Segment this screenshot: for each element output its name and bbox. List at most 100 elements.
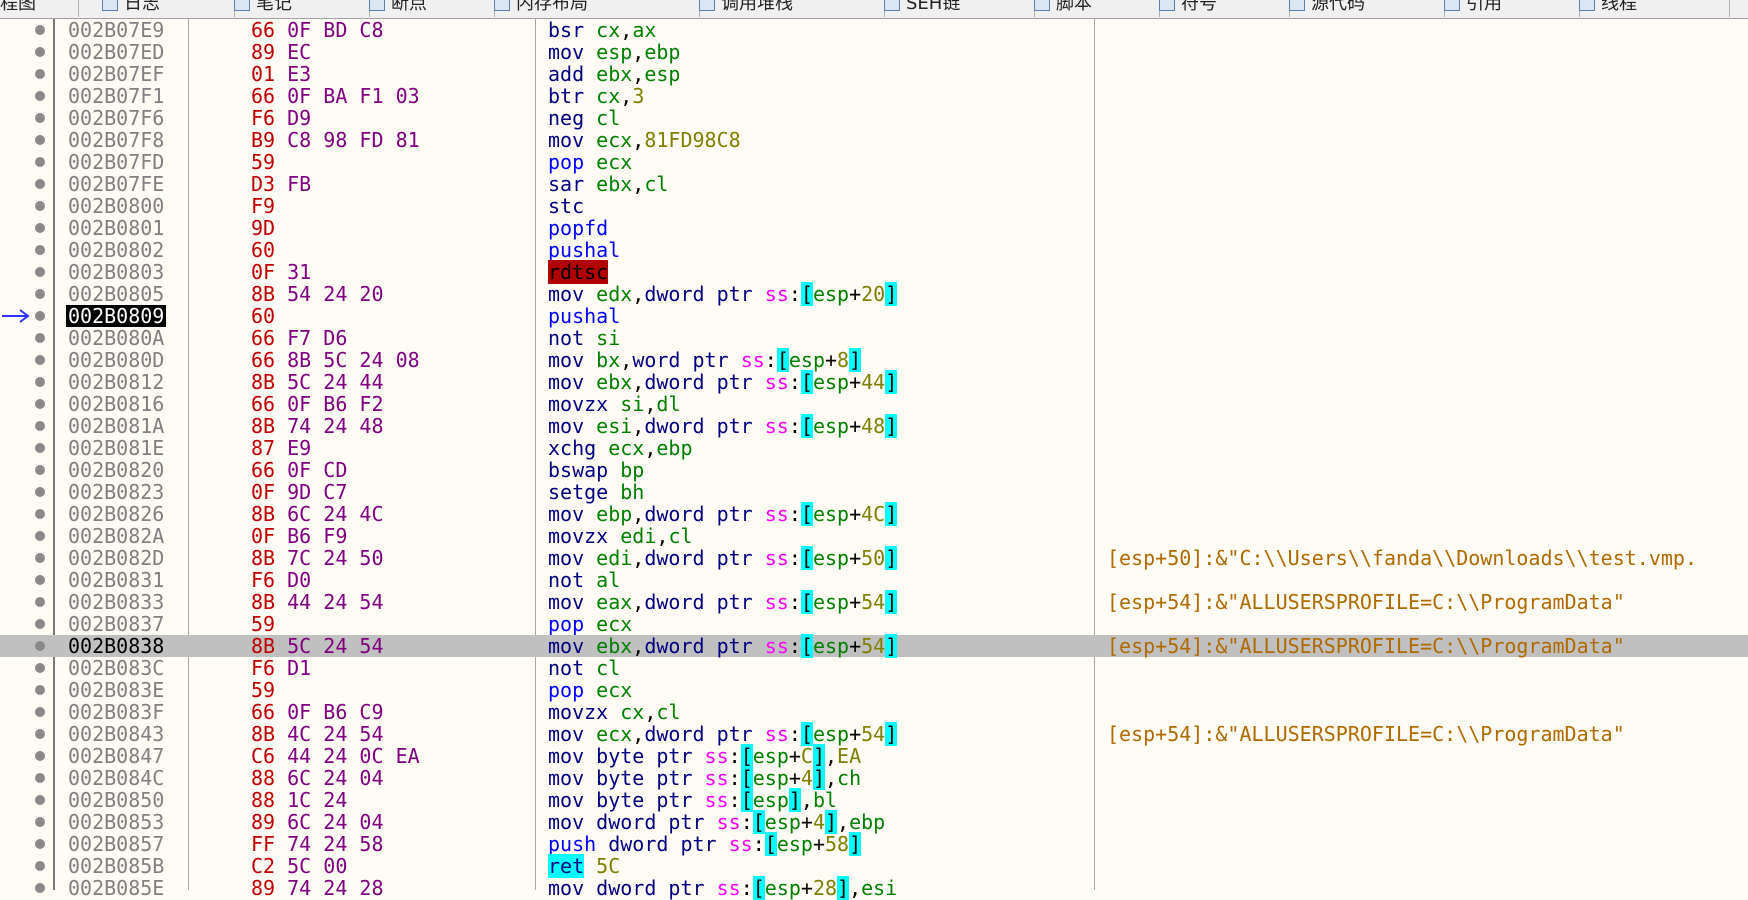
disassembly-cell[interactable]: pushal	[548, 305, 620, 327]
breakpoint-dot[interactable]	[35, 465, 45, 475]
disassembly-cell[interactable]: pop ecx	[548, 613, 632, 635]
address-cell[interactable]: 002B083F	[68, 701, 164, 723]
address-cell[interactable]: 002B07F8	[68, 129, 164, 151]
address-cell[interactable]: 002B0838	[68, 635, 164, 657]
breakpoint-dot[interactable]	[35, 641, 45, 651]
address-cell[interactable]: 002B07E9	[68, 19, 164, 41]
address-cell[interactable]: 002B081A	[68, 415, 164, 437]
address-cell[interactable]: 002B085E	[68, 877, 164, 899]
breakpoint-dot[interactable]	[35, 135, 45, 145]
disassembly-cell[interactable]: mov byte ptr ss:[esp+C],EA	[548, 744, 861, 768]
address-cell[interactable]: 002B0812	[68, 371, 164, 393]
address-cell[interactable]: 002B0853	[68, 811, 164, 833]
breakpoint-dot[interactable]	[35, 751, 45, 761]
disassembly-cell[interactable]: rdtsc	[548, 260, 609, 284]
breakpoint-dot[interactable]	[35, 157, 45, 167]
breakpoint-dot[interactable]	[35, 531, 45, 541]
address-cell[interactable]: 002B083E	[68, 679, 164, 701]
instruction-row[interactable]: 002B0837 59 pop ecx	[0, 613, 1748, 635]
disassembly-cell[interactable]: mov ebx,dword ptr ss:[esp+44]	[548, 370, 898, 394]
address-cell[interactable]: 002B0847	[68, 745, 164, 767]
disassembly-cell[interactable]: mov ecx,dword ptr ss:[esp+54]	[548, 722, 898, 746]
address-cell[interactable]: 002B080A	[68, 327, 164, 349]
breakpoint-dot[interactable]	[35, 267, 45, 277]
disassembly-cell[interactable]: mov esp,ebp	[548, 41, 680, 63]
breakpoint-dot[interactable]	[35, 223, 45, 233]
breakpoint-dot[interactable]	[35, 113, 45, 123]
breakpoint-dot[interactable]	[35, 487, 45, 497]
tab-11[interactable]: 线程	[1555, 0, 1730, 17]
instruction-row[interactable]: 002B0838 8B 5C 24 54 mov ebx,dword ptr ss:…	[0, 634, 1748, 658]
address-cell[interactable]: 002B07FE	[68, 173, 164, 195]
disassembly-cell[interactable]: xchg ecx,ebp	[548, 437, 693, 459]
disassembly-cell[interactable]: movzx cx,cl	[548, 701, 681, 723]
instruction-row[interactable]: 002B07FD 59 pop ecx	[0, 151, 1748, 173]
address-cell[interactable]: 002B07F1	[68, 85, 164, 107]
breakpoint-dot[interactable]	[35, 179, 45, 189]
breakpoint-dot[interactable]	[35, 289, 45, 299]
instruction-row[interactable]: 002B0812 8B 5C 24 44 mov ebx,dword ptr ss:…	[0, 370, 1748, 394]
instruction-row[interactable]: 002B082A 0F B6 F9 movzx edi,cl	[0, 525, 1748, 547]
breakpoint-dot[interactable]	[35, 817, 45, 827]
breakpoint-dot[interactable]	[35, 839, 45, 849]
instruction-row[interactable]: 002B0833 8B 44 24 54 mov eax,dword ptr ss:…	[0, 590, 1748, 614]
breakpoint-dot[interactable]	[35, 245, 45, 255]
instruction-row[interactable]: 002B0800 F9 stc	[0, 195, 1748, 217]
disassembly-cell[interactable]: neg cl	[548, 107, 620, 129]
instruction-row[interactable]: 002B081A 8B 74 24 48 mov esi,dword ptr ss:…	[0, 414, 1748, 438]
instruction-row[interactable]: 002B0802 60 pushal	[0, 239, 1748, 261]
disassembly-cell[interactable]: mov edx,dword ptr ss:[esp+20]	[548, 282, 898, 306]
disassembly-cell[interactable]: bsr cx,ax	[548, 19, 656, 41]
breakpoint-dot[interactable]	[35, 355, 45, 365]
address-cell[interactable]: 002B0802	[68, 239, 164, 261]
instruction-row[interactable]: 002B080A 66 F7 D6 not si	[0, 327, 1748, 349]
address-cell[interactable]: 002B0820	[68, 459, 164, 481]
instruction-row[interactable]: 002B084C 88 6C 24 04 mov byte ptr ss:[esp+…	[0, 766, 1748, 790]
instruction-row[interactable]: 002B07FE D3 FB sar ebx,cl	[0, 173, 1748, 195]
instruction-row[interactable]: 002B07E9 66 0F BD C8 bsr cx,ax	[0, 19, 1748, 41]
breakpoint-dot[interactable]	[35, 25, 45, 35]
address-cell[interactable]: 002B0833	[68, 591, 164, 613]
disassembly-cell[interactable]: not si	[548, 327, 620, 349]
disassembly-cell[interactable]: pop ecx	[548, 679, 632, 701]
address-cell[interactable]: 002B0816	[68, 393, 164, 415]
disassembly-cell[interactable]: mov ecx,81FD98C8	[548, 129, 741, 151]
breakpoint-dot[interactable]	[35, 729, 45, 739]
disassembly-cell[interactable]: bswap bp	[548, 459, 644, 481]
disassembly-cell[interactable]: movzx si,dl	[548, 393, 681, 415]
instruction-row[interactable]: 002B0843 8B 4C 24 54 mov ecx,dword ptr ss:…	[0, 722, 1748, 746]
breakpoint-dot[interactable]	[35, 597, 45, 607]
breakpoint-dot[interactable]	[35, 795, 45, 805]
instruction-row[interactable]: 002B0820 66 0F CD bswap bp	[0, 459, 1748, 481]
instruction-row[interactable]: 002B085E 89 74 24 28 mov dword ptr ss:[esp…	[0, 876, 1748, 900]
disassembly-cell[interactable]: stc	[548, 195, 584, 217]
instruction-row[interactable]: 002B083C F6 D1 not cl	[0, 657, 1748, 679]
address-cell[interactable]: 002B07ED	[68, 41, 164, 63]
instruction-row[interactable]: 002B07F8 B9 C8 98 FD 81 mov ecx,81FD98C8	[0, 129, 1748, 151]
address-cell[interactable]: 002B082D	[68, 547, 164, 569]
disassembly-cell[interactable]: setge bh	[548, 481, 644, 503]
address-cell[interactable]: 002B0857	[68, 833, 164, 855]
address-cell[interactable]: 002B07FD	[68, 151, 164, 173]
disassembly-cell[interactable]: popfd	[548, 217, 608, 239]
instruction-row[interactable]: 002B07F1 66 0F BA F1 03 btr cx,3	[0, 85, 1748, 107]
address-cell[interactable]: 002B080D	[68, 349, 164, 371]
disassembly-cell[interactable]: mov esi,dword ptr ss:[esp+48]	[548, 414, 898, 438]
address-cell[interactable]: 002B0800	[68, 195, 164, 217]
breakpoint-dot[interactable]	[35, 685, 45, 695]
disassembly-cell[interactable]: pushal	[548, 239, 620, 261]
disassembly-cell[interactable]: mov dword ptr ss:[esp+28],esi	[548, 876, 897, 900]
breakpoint-dot[interactable]	[35, 575, 45, 585]
instruction-row[interactable]: 002B0850 88 1C 24 mov byte ptr ss:[esp],bl	[0, 788, 1748, 812]
disassembly-cell[interactable]: push dword ptr ss:[esp+58]	[548, 832, 862, 856]
address-cell[interactable]: 002B081E	[68, 437, 164, 459]
breakpoint-dot[interactable]	[35, 509, 45, 519]
address-cell[interactable]: 002B0805	[68, 283, 164, 305]
disassembly-cell[interactable]: movzx edi,cl	[548, 525, 693, 547]
disassembly-cell[interactable]: mov eax,dword ptr ss:[esp+54]	[548, 590, 898, 614]
disassembly-cell[interactable]: not al	[548, 569, 620, 591]
breakpoint-dot[interactable]	[35, 619, 45, 629]
disassembly-cell[interactable]: mov edi,dword ptr ss:[esp+50]	[548, 546, 898, 570]
breakpoint-dot[interactable]	[35, 399, 45, 409]
breakpoint-dot[interactable]	[35, 421, 45, 431]
